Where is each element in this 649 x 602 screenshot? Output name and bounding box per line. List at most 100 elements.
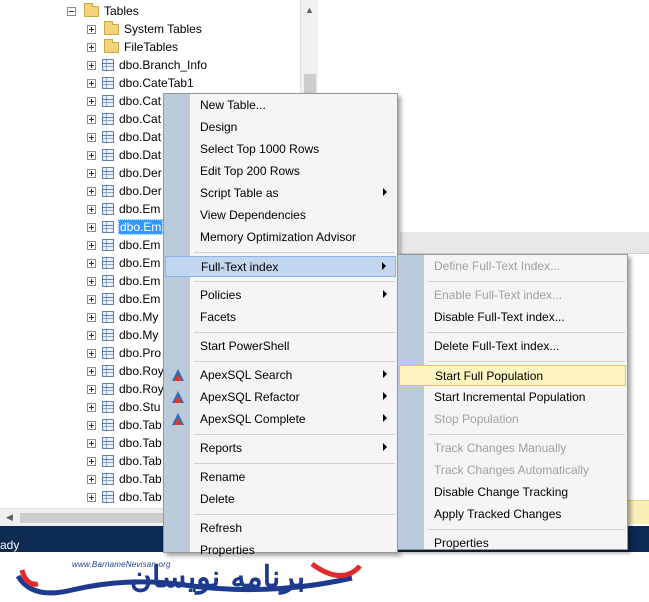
menu-item-label: Track Changes Manually <box>434 441 567 455</box>
menu-item-apply-tracked-changes[interactable]: Apply Tracked Changes <box>399 504 626 525</box>
menu-item-disable-change-tracking[interactable]: Disable Change Tracking <box>399 482 626 503</box>
tree-node-table[interactable]: dbo.My <box>87 308 158 326</box>
tree-node-folder[interactable]: FileTables <box>87 38 178 56</box>
expand-icon[interactable] <box>87 276 96 286</box>
expand-icon[interactable] <box>87 150 96 160</box>
menu-item-apexsql-refactor[interactable]: ApexSQL Refactor <box>165 387 396 408</box>
expand-icon[interactable] <box>87 402 96 412</box>
expand-icon[interactable] <box>87 474 96 484</box>
expand-icon[interactable] <box>87 204 96 214</box>
expand-icon[interactable] <box>87 24 96 34</box>
table-icon <box>102 131 114 143</box>
tree-node-folder[interactable]: System Tables <box>87 20 202 38</box>
expand-icon[interactable] <box>87 96 96 106</box>
tree-node-table[interactable]: dbo.Tab <box>87 470 162 488</box>
expand-icon[interactable] <box>87 312 96 322</box>
menu-item-rename[interactable]: Rename <box>165 467 396 488</box>
expand-icon[interactable] <box>87 186 96 196</box>
expand-icon[interactable] <box>87 420 96 430</box>
submenu-arrow-icon <box>383 370 387 378</box>
expand-icon[interactable] <box>87 456 96 466</box>
menu-item-new-table[interactable]: New Table... <box>165 95 396 116</box>
menu-item-disable-full-text-index[interactable]: Disable Full-Text index... <box>399 307 626 328</box>
tree-node-table[interactable]: dbo.Dat <box>87 128 161 146</box>
table-icon <box>102 185 114 197</box>
menu-item-properties[interactable]: Properties <box>165 540 396 561</box>
expand-icon[interactable] <box>87 258 96 268</box>
tree-node-table[interactable]: dbo.Dat <box>87 146 161 164</box>
tree-node-tables[interactable]: Tables <box>67 2 139 20</box>
menu-item-start-powershell[interactable]: Start PowerShell <box>165 336 396 357</box>
tree-node-table[interactable]: dbo.Tab <box>87 452 162 470</box>
menu-item-design[interactable]: Design <box>165 117 396 138</box>
menu-item-reports[interactable]: Reports <box>165 438 396 459</box>
expand-icon[interactable] <box>87 330 96 340</box>
scroll-thumb[interactable] <box>20 513 165 523</box>
expand-icon[interactable] <box>87 222 96 232</box>
expand-icon[interactable] <box>87 294 96 304</box>
menu-item-apexsql-complete[interactable]: ApexSQL Complete <box>165 409 396 430</box>
expand-icon[interactable] <box>87 366 96 376</box>
tree-node-table[interactable]: dbo.Stu <box>87 398 160 416</box>
tree-node-table[interactable]: dbo.Roy <box>87 362 164 380</box>
tree-node-table[interactable]: dbo.My <box>87 326 158 344</box>
menu-item-refresh[interactable]: Refresh <box>165 518 396 539</box>
expand-icon[interactable] <box>87 348 96 358</box>
menu-item-track-changes-automatically: Track Changes Automatically <box>399 460 626 481</box>
expand-icon[interactable] <box>87 132 96 142</box>
tree-label: dbo.CateTab1 <box>119 76 194 90</box>
tree-node-table[interactable]: dbo.Em <box>87 272 160 290</box>
expand-icon[interactable] <box>87 78 96 88</box>
tree-node-table[interactable]: dbo.Der <box>87 182 162 200</box>
tree-node-table[interactable]: dbo.Cat <box>87 92 161 110</box>
table-icon <box>102 203 114 215</box>
tree-label: dbo.Em <box>119 274 161 288</box>
expand-icon[interactable] <box>87 384 96 394</box>
tree-node-table[interactable]: dbo.Em <box>87 254 160 272</box>
scroll-left-icon[interactable]: ◀ <box>6 512 13 523</box>
expand-icon[interactable] <box>87 492 96 502</box>
menu-item-label: Disable Change Tracking <box>434 485 569 499</box>
menu-item-delete-full-text-index[interactable]: Delete Full-Text index... <box>399 336 626 357</box>
tree-node-table[interactable]: dbo.Der <box>87 164 162 182</box>
tree-node-table[interactable]: dbo.Em <box>87 236 160 254</box>
tree-label: dbo.Cat <box>119 112 162 126</box>
menu-item-start-full-population[interactable]: Start Full Population <box>399 365 626 386</box>
menu-item-properties[interactable]: Properties <box>399 533 626 554</box>
tree-node-table[interactable]: dbo.Cat <box>87 110 161 128</box>
menu-item-policies[interactable]: Policies <box>165 285 396 306</box>
menu-item-label: Full-Text index <box>201 260 279 274</box>
tree-label: dbo.Tab <box>119 490 162 504</box>
menu-item-edit-top-200-rows[interactable]: Edit Top 200 Rows <box>165 161 396 182</box>
expand-icon[interactable] <box>87 42 96 52</box>
expand-icon[interactable] <box>87 114 96 124</box>
menu-item-select-top-1000-rows[interactable]: Select Top 1000 Rows <box>165 139 396 160</box>
tree-node-table[interactable]: dbo.Pro <box>87 344 161 362</box>
table-icon <box>102 239 114 251</box>
menu-item-memory-optimization-advisor[interactable]: Memory Optimization Advisor <box>165 227 396 248</box>
menu-item-view-dependencies[interactable]: View Dependencies <box>165 205 396 226</box>
menu-item-full-text-index[interactable]: Full-Text index <box>165 256 396 277</box>
menu-item-apexsql-search[interactable]: ApexSQL Search <box>165 365 396 386</box>
menu-item-facets[interactable]: Facets <box>165 307 396 328</box>
expand-icon[interactable] <box>87 168 96 178</box>
tree-node-table[interactable]: dbo.Em <box>87 218 164 236</box>
expand-icon[interactable] <box>87 240 96 250</box>
menu-item-script-table-as[interactable]: Script Table as <box>165 183 396 204</box>
expand-icon[interactable] <box>87 438 96 448</box>
tree-node-table[interactable]: dbo.Em <box>87 290 160 308</box>
tree-node-table[interactable]: dbo.Tab <box>87 488 162 506</box>
collapse-icon[interactable] <box>67 6 76 16</box>
tree-node-table[interactable]: dbo.Tab <box>87 416 162 434</box>
menu-item-delete[interactable]: Delete <box>165 489 396 510</box>
tree-node-table[interactable]: dbo.Em <box>87 200 160 218</box>
tree-node-table[interactable]: dbo.CateTab1 <box>87 74 194 92</box>
tree-node-table[interactable]: dbo.Roy <box>87 380 164 398</box>
menu-item-enable-full-text-index: Enable Full-Text index... <box>399 285 626 306</box>
menu-item-start-incremental-population[interactable]: Start Incremental Population <box>399 387 626 408</box>
tree-node-table[interactable]: dbo.Branch_Info <box>87 56 207 74</box>
expand-icon[interactable] <box>87 60 96 70</box>
scroll-up-icon[interactable]: ▲ <box>305 5 314 15</box>
menu-separator <box>194 332 395 333</box>
tree-node-table[interactable]: dbo.Tab <box>87 434 162 452</box>
